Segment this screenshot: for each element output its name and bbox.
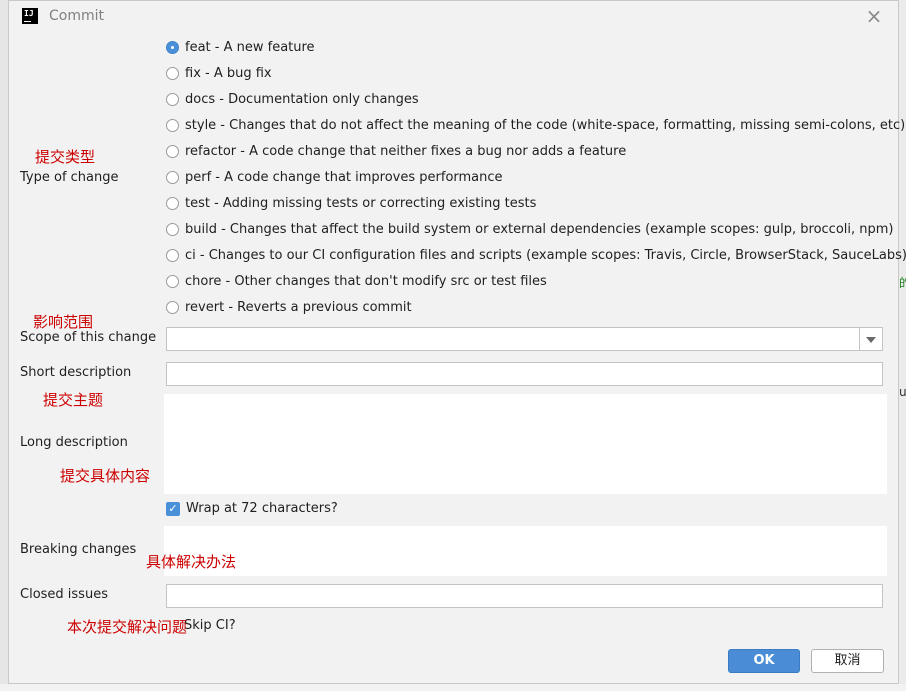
short-description-input[interactable]	[166, 362, 883, 386]
annotation-issues: 本次提交解决问题	[67, 618, 188, 636]
radio-button[interactable]	[166, 93, 179, 106]
background-ide-bottom	[0, 684, 906, 691]
combobox-separator	[859, 328, 860, 350]
radio-option-label: revert - Reverts a previous commit	[185, 300, 412, 315]
long-description-textarea[interactable]	[164, 394, 887, 494]
radio-button[interactable]	[166, 275, 179, 288]
radio-button[interactable]	[166, 67, 179, 80]
radio-button[interactable]	[166, 119, 179, 132]
intellij-app-icon: IJ	[22, 8, 38, 24]
scope-combobox[interactable]	[166, 327, 883, 351]
annotation-subject: 提交主题	[43, 391, 104, 409]
radio-option-label: perf - A code change that improves perfo…	[185, 170, 503, 185]
radio-option-label: refactor - A code change that neither fi…	[185, 144, 627, 159]
radio-button[interactable]	[166, 171, 179, 184]
breaking-changes-label: Breaking changes	[20, 542, 137, 557]
short-description-label: Short description	[20, 365, 132, 380]
ok-button[interactable]: OK	[728, 649, 800, 673]
dialog-titlebar: IJ Commit ×	[9, 1, 898, 31]
closed-issues-input[interactable]	[166, 584, 883, 608]
close-icon[interactable]: ×	[864, 6, 884, 26]
background-ide-panel	[0, 0, 8, 691]
radio-option-label: docs - Documentation only changes	[185, 92, 419, 107]
long-description-label: Long description	[20, 435, 128, 450]
type-of-change-label: Type of change	[20, 170, 119, 185]
background-glyph: u	[899, 385, 906, 399]
background-glyph: 的	[899, 276, 906, 290]
annotation-body: 提交具体内容	[60, 467, 151, 485]
radio-option-label: build - Changes that affect the build sy…	[185, 222, 894, 237]
radio-button[interactable]	[166, 223, 179, 236]
radio-button[interactable]	[166, 301, 179, 314]
breaking-changes-textarea[interactable]	[164, 526, 887, 576]
radio-option-label: chore - Other changes that don't modify …	[185, 274, 547, 289]
wrap-checkbox[interactable]: ✓	[166, 502, 180, 516]
radio-option-label: test - Adding missing tests or correctin…	[185, 196, 537, 211]
radio-option-label: ci - Changes to our CI configuration fil…	[185, 248, 906, 263]
radio-button[interactable]	[166, 197, 179, 210]
radio-button[interactable]	[166, 145, 179, 158]
radio-option-label: feat - A new feature	[185, 40, 315, 55]
annotation-breaking: 具体解决办法	[146, 553, 237, 571]
chevron-down-icon[interactable]	[866, 337, 876, 343]
skip-ci-checkbox-label[interactable]: Skip CI?	[184, 618, 236, 633]
commit-dialog: IJ Commit × Type of change Scope of this…	[8, 0, 906, 684]
closed-issues-label: Closed issues	[20, 587, 108, 602]
cancel-button[interactable]: 取消	[811, 649, 884, 673]
annotation-type: 提交类型	[35, 148, 96, 166]
scope-label: Scope of this change	[20, 330, 157, 345]
radio-option-label: fix - A bug fix	[185, 66, 272, 81]
radio-option-label: style - Changes that do not affect the m…	[185, 118, 906, 133]
dialog-title: Commit	[49, 8, 104, 24]
wrap-checkbox-label[interactable]: Wrap at 72 characters?	[186, 501, 338, 516]
annotation-scope: 影响范围	[33, 313, 94, 331]
radio-button[interactable]	[166, 249, 179, 262]
radio-button[interactable]	[166, 41, 179, 54]
